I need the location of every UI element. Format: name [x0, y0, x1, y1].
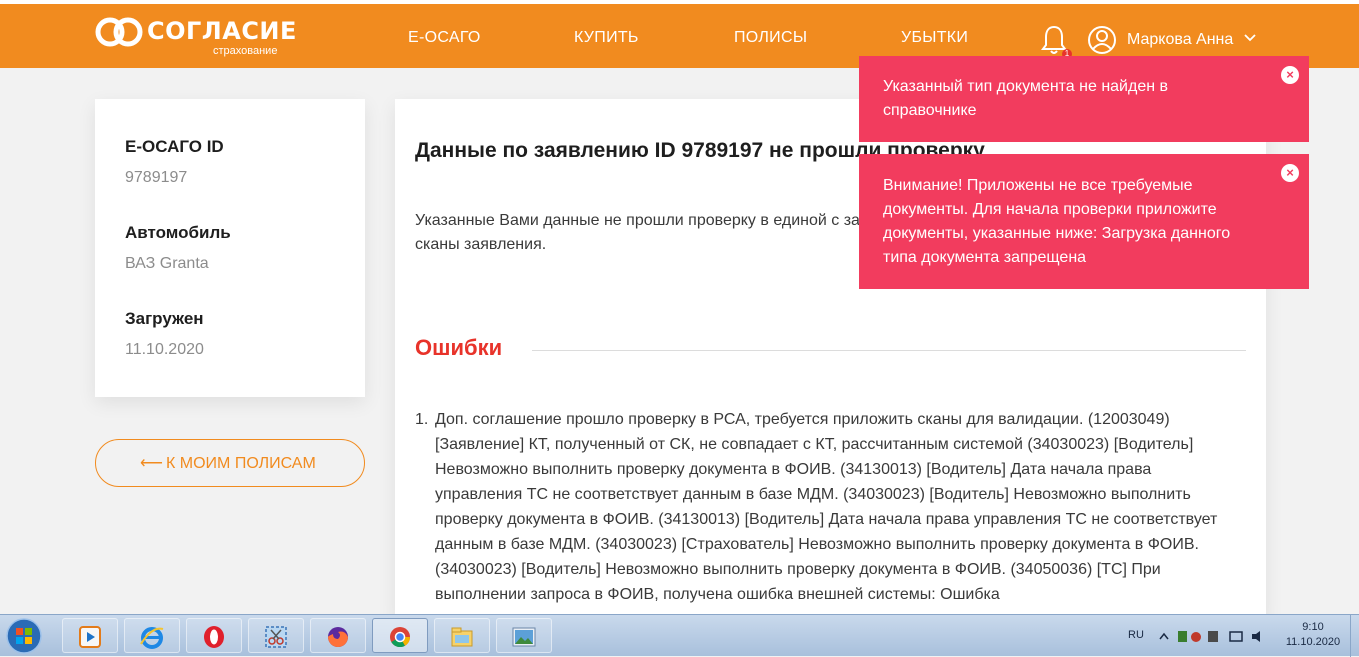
taskbar-snipping-tool[interactable] [248, 618, 304, 653]
close-icon[interactable]: × [1281, 66, 1299, 84]
firefox-icon [328, 627, 348, 647]
logo-subtitle: страхование [213, 45, 278, 57]
error-text: Доп. соглашение прошло проверку в РСА, т… [435, 411, 1218, 603]
chrome-icon [390, 627, 411, 648]
back-button-label: К МОИМ ПОЛИСАМ [166, 455, 316, 472]
arrow-left-icon: ⟵ [140, 455, 163, 472]
toast-text: Внимание! Приложены не все требуемые док… [883, 177, 1231, 266]
nav-policies[interactable]: ПОЛИСЫ [734, 29, 807, 47]
keyboard-language[interactable]: RU [1128, 629, 1144, 641]
field-label-uploaded: Загружен [125, 309, 204, 328]
nav-buy[interactable]: КУПИТЬ [574, 29, 639, 47]
system-tray-icons[interactable] [1158, 628, 1270, 644]
internet-explorer-icon [140, 627, 164, 649]
nav-e-osago[interactable]: Е-ОСАГО [408, 29, 481, 47]
logo-mark-icon [95, 17, 143, 47]
user-avatar-icon[interactable] [1087, 24, 1117, 56]
field-label-car: Автомобиль [125, 223, 231, 242]
taskbar-opera[interactable] [186, 618, 242, 653]
toast-missing-documents: Внимание! Приложены не все требуемые док… [859, 154, 1309, 289]
taskbar-chrome[interactable] [372, 618, 428, 653]
errors-heading: Ошибки [415, 335, 503, 360]
taskbar-firefox[interactable] [310, 618, 366, 653]
field-value-uploaded: 11.10.2020 [125, 341, 204, 358]
system-clock[interactable]: 9:10 11.10.2020 [1278, 620, 1348, 650]
taskbar-file-explorer[interactable] [434, 618, 490, 653]
media-player-icon [79, 626, 101, 648]
logo-text: СОГЛАСИЕ [147, 17, 297, 45]
close-icon[interactable]: × [1281, 164, 1299, 182]
windows-start-icon[interactable] [4, 617, 44, 655]
snipping-tool-icon [265, 626, 287, 648]
taskbar-image-viewer[interactable] [496, 618, 552, 653]
windows-taskbar: RU 9:10 11.10.2020 [0, 614, 1359, 657]
file-explorer-icon [451, 627, 473, 647]
show-desktop-button[interactable] [1350, 615, 1359, 657]
clock-time: 9:10 [1302, 621, 1324, 633]
taskbar-internet-explorer[interactable] [124, 618, 180, 653]
soglasie-logo[interactable]: СОГЛАСИЕ страхование [95, 15, 305, 57]
toast-doc-type-not-found: Указанный тип документа не найден в спра… [859, 56, 1309, 142]
error-number: 1. [415, 411, 429, 428]
opera-icon [204, 626, 224, 648]
clock-date: 11.10.2020 [1285, 636, 1341, 648]
field-value-car: ВАЗ Granta [125, 255, 209, 272]
field-label-e-osago-id: Е-ОСАГО ID [125, 137, 224, 156]
chevron-down-icon[interactable] [1243, 33, 1257, 43]
image-viewer-icon [512, 627, 536, 647]
toast-text: Указанный тип документа не найден в спра… [883, 78, 1169, 119]
errors-divider [532, 350, 1246, 351]
back-to-policies-button[interactable]: ⟵ К МОИМ ПОЛИСАМ [95, 439, 365, 487]
user-name[interactable]: Маркова Анна [1127, 31, 1233, 49]
field-value-e-osago-id: 9789197 [125, 169, 188, 186]
nav-losses[interactable]: УБЫТКИ [901, 29, 968, 47]
taskbar-media-player[interactable] [62, 618, 118, 653]
policy-info-card: Е-ОСАГО ID 9789197 Автомобиль ВАЗ Granta… [95, 99, 365, 397]
